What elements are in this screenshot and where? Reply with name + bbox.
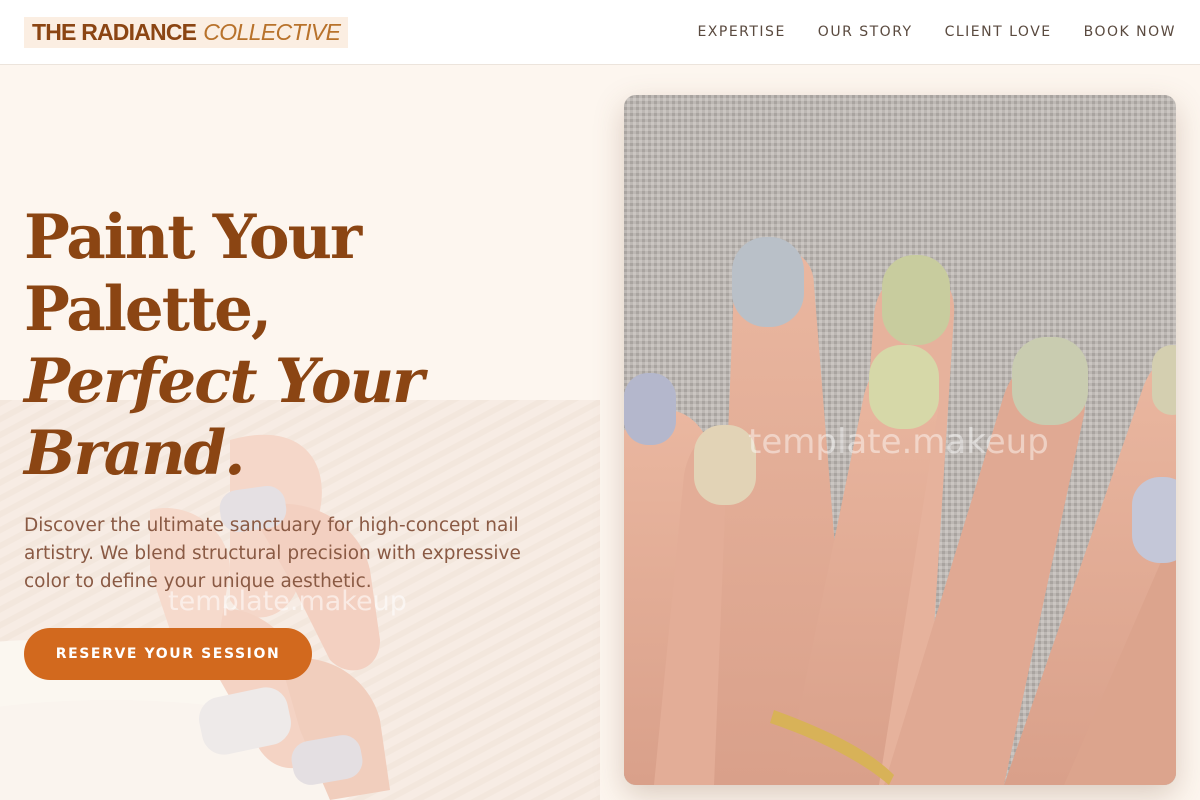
hero-intro-text: Discover the ultimate sanctuary for high… [24, 515, 521, 592]
nav-link-our-story[interactable]: OUR STORY [818, 24, 913, 40]
nav-link-expertise[interactable]: EXPERTISE [697, 24, 785, 40]
headline-line-4: Brand. [24, 418, 245, 489]
brand-logo[interactable]: THE RADIANCE COLLECTIVE [24, 16, 349, 48]
headline-line-2: Palette, [24, 274, 272, 345]
headline-line-1: Paint Your [24, 202, 362, 273]
main-nav: EXPERTISE OUR STORY CLIENT LOVE BOOK NOW [697, 24, 1176, 40]
reserve-session-button[interactable]: RESERVE YOUR SESSION [24, 628, 312, 680]
site-header: THE RADIANCE COLLECTIVE EXPERTISE OUR ST… [0, 0, 1200, 65]
brand-name: THE RADIANCE [32, 18, 197, 45]
nav-link-client-love[interactable]: CLIENT LOVE [945, 24, 1052, 40]
headline-line-3: Perfect Your [24, 346, 424, 417]
brand-accent: COLLECTIVE [203, 18, 341, 45]
nav-link-book-now[interactable]: BOOK NOW [1084, 24, 1176, 40]
hero-nail-photo [624, 95, 1176, 785]
hero-headline: Paint Your Palette, Perfect Your Brand. [24, 202, 424, 490]
